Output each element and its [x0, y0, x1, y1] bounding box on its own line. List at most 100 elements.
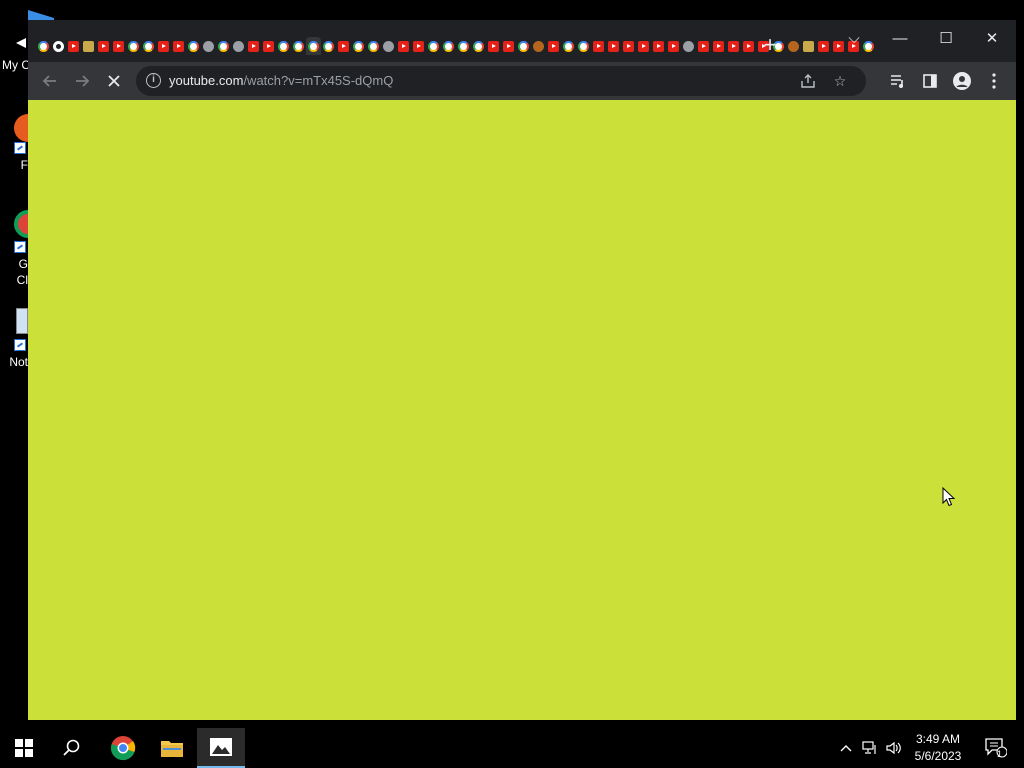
- tab-youtube[interactable]: [591, 37, 606, 55]
- page-viewport[interactable]: [28, 100, 1016, 720]
- tab-youtube[interactable]: [156, 37, 171, 55]
- volume-icon[interactable]: [884, 738, 904, 758]
- tab-youtube[interactable]: [336, 37, 351, 55]
- tab-image[interactable]: [81, 37, 96, 55]
- favicon-icon: [488, 40, 499, 52]
- tab-search-button[interactable]: ⌵: [834, 24, 874, 54]
- favicon-icon: [323, 40, 334, 52]
- tab-youtube[interactable]: [741, 37, 756, 55]
- tab-youtube[interactable]: [501, 37, 516, 55]
- tab-google[interactable]: [276, 37, 291, 55]
- tab-youtube[interactable]: [486, 37, 501, 55]
- tab-youtube[interactable]: [696, 37, 711, 55]
- tab-google[interactable]: [516, 37, 531, 55]
- bookmark-star-icon[interactable]: ☆: [830, 71, 850, 91]
- tab-google[interactable]: [576, 37, 591, 55]
- tab-youtube[interactable]: [261, 37, 276, 55]
- tab-google[interactable]: [441, 37, 456, 55]
- tab-youtube[interactable]: [411, 37, 426, 55]
- favicon-icon: [533, 40, 544, 52]
- chrome-icon: [110, 736, 136, 761]
- tab-loading[interactable]: [201, 37, 216, 55]
- tab-youtube[interactable]: [711, 37, 726, 55]
- taskbar-chrome[interactable]: [99, 728, 147, 768]
- clock[interactable]: 3:49 AM 5/6/2023: [908, 731, 968, 765]
- tab-youtube[interactable]: [66, 37, 81, 55]
- chevron-up-icon[interactable]: [836, 738, 856, 758]
- stop-loading-button[interactable]: [100, 67, 128, 95]
- tab-github[interactable]: [51, 37, 66, 55]
- notification-center-button[interactable]: 1: [982, 738, 1010, 759]
- tab-google[interactable]: [306, 37, 321, 55]
- tab-youtube[interactable]: [816, 37, 831, 55]
- favicon-icon: [353, 40, 364, 52]
- playlist-icon: [891, 75, 903, 88]
- tab-loading[interactable]: [231, 37, 246, 55]
- tab-youtube[interactable]: [111, 37, 126, 55]
- menu-button[interactable]: [980, 67, 1008, 95]
- tab-google[interactable]: [126, 37, 141, 55]
- favicon-icon: [188, 40, 199, 52]
- profile-button[interactable]: [948, 67, 976, 95]
- windows-logo-icon: [15, 739, 33, 757]
- favicon-icon: [413, 40, 424, 52]
- tab-youtube[interactable]: [606, 37, 621, 55]
- search-button[interactable]: [48, 728, 96, 768]
- tab-google[interactable]: [471, 37, 486, 55]
- tab-youtube[interactable]: [651, 37, 666, 55]
- tab-food[interactable]: [786, 37, 801, 55]
- tab-youtube[interactable]: [621, 37, 636, 55]
- tab-loading[interactable]: [681, 37, 696, 55]
- tab-google[interactable]: [186, 37, 201, 55]
- tab-google[interactable]: [366, 37, 381, 55]
- favicon-icon: [653, 40, 664, 52]
- network-icon[interactable]: [860, 738, 880, 758]
- side-panel-button[interactable]: [916, 67, 944, 95]
- tab-google[interactable]: [456, 37, 471, 55]
- favicon-icon: [788, 40, 799, 52]
- start-button[interactable]: [0, 728, 48, 768]
- close-button[interactable]: ✕: [972, 24, 1012, 54]
- tab-google[interactable]: [141, 37, 156, 55]
- tab-google[interactable]: [291, 37, 306, 55]
- shortcut-arrow-icon: [14, 339, 26, 351]
- address-bar[interactable]: i youtube.com/watch?v=mTx45S-dQmQ ☆: [136, 66, 866, 96]
- tab-google[interactable]: [321, 37, 336, 55]
- url-text[interactable]: youtube.com/watch?v=mTx45S-dQmQ: [169, 73, 393, 88]
- share-icon[interactable]: [798, 71, 818, 91]
- back-button[interactable]: [36, 67, 64, 95]
- tab-google[interactable]: [561, 37, 576, 55]
- tab-image[interactable]: [801, 37, 816, 55]
- tab-google[interactable]: [216, 37, 231, 55]
- tab-food[interactable]: [531, 37, 546, 55]
- tab-strip: + ⌵ — ☐ ✕: [28, 20, 1016, 62]
- tab-google[interactable]: [36, 37, 51, 55]
- tab-google[interactable]: [426, 37, 441, 55]
- media-control-button[interactable]: [884, 67, 912, 95]
- tab-youtube[interactable]: [726, 37, 741, 55]
- tab-youtube[interactable]: [636, 37, 651, 55]
- tab-youtube[interactable]: [396, 37, 411, 55]
- tab-youtube[interactable]: [171, 37, 186, 55]
- favicon-icon: [728, 40, 739, 52]
- favicon-icon: [83, 40, 94, 52]
- tab-youtube[interactable]: [246, 37, 261, 55]
- tab-loading[interactable]: [381, 37, 396, 55]
- minimize-button[interactable]: —: [880, 24, 920, 54]
- favicon-icon: [338, 40, 349, 52]
- clock-date: 5/6/2023: [914, 749, 962, 763]
- taskbar-file-explorer[interactable]: [148, 728, 196, 768]
- site-info-icon[interactable]: i: [146, 73, 161, 88]
- tab-google[interactable]: [351, 37, 366, 55]
- maximize-button[interactable]: ☐: [926, 24, 966, 54]
- tab-youtube[interactable]: [546, 37, 561, 55]
- new-tab-button[interactable]: +: [760, 34, 780, 56]
- tab-youtube[interactable]: [96, 37, 111, 55]
- taskbar: 3:49 AM 5/6/2023 1: [0, 728, 1024, 768]
- forward-button[interactable]: [68, 67, 96, 95]
- taskbar-photos[interactable]: [197, 728, 245, 768]
- favicon-icon: [278, 40, 289, 52]
- favicon-icon: [563, 40, 574, 52]
- favicon-icon: [143, 40, 154, 52]
- tab-youtube[interactable]: [666, 37, 681, 55]
